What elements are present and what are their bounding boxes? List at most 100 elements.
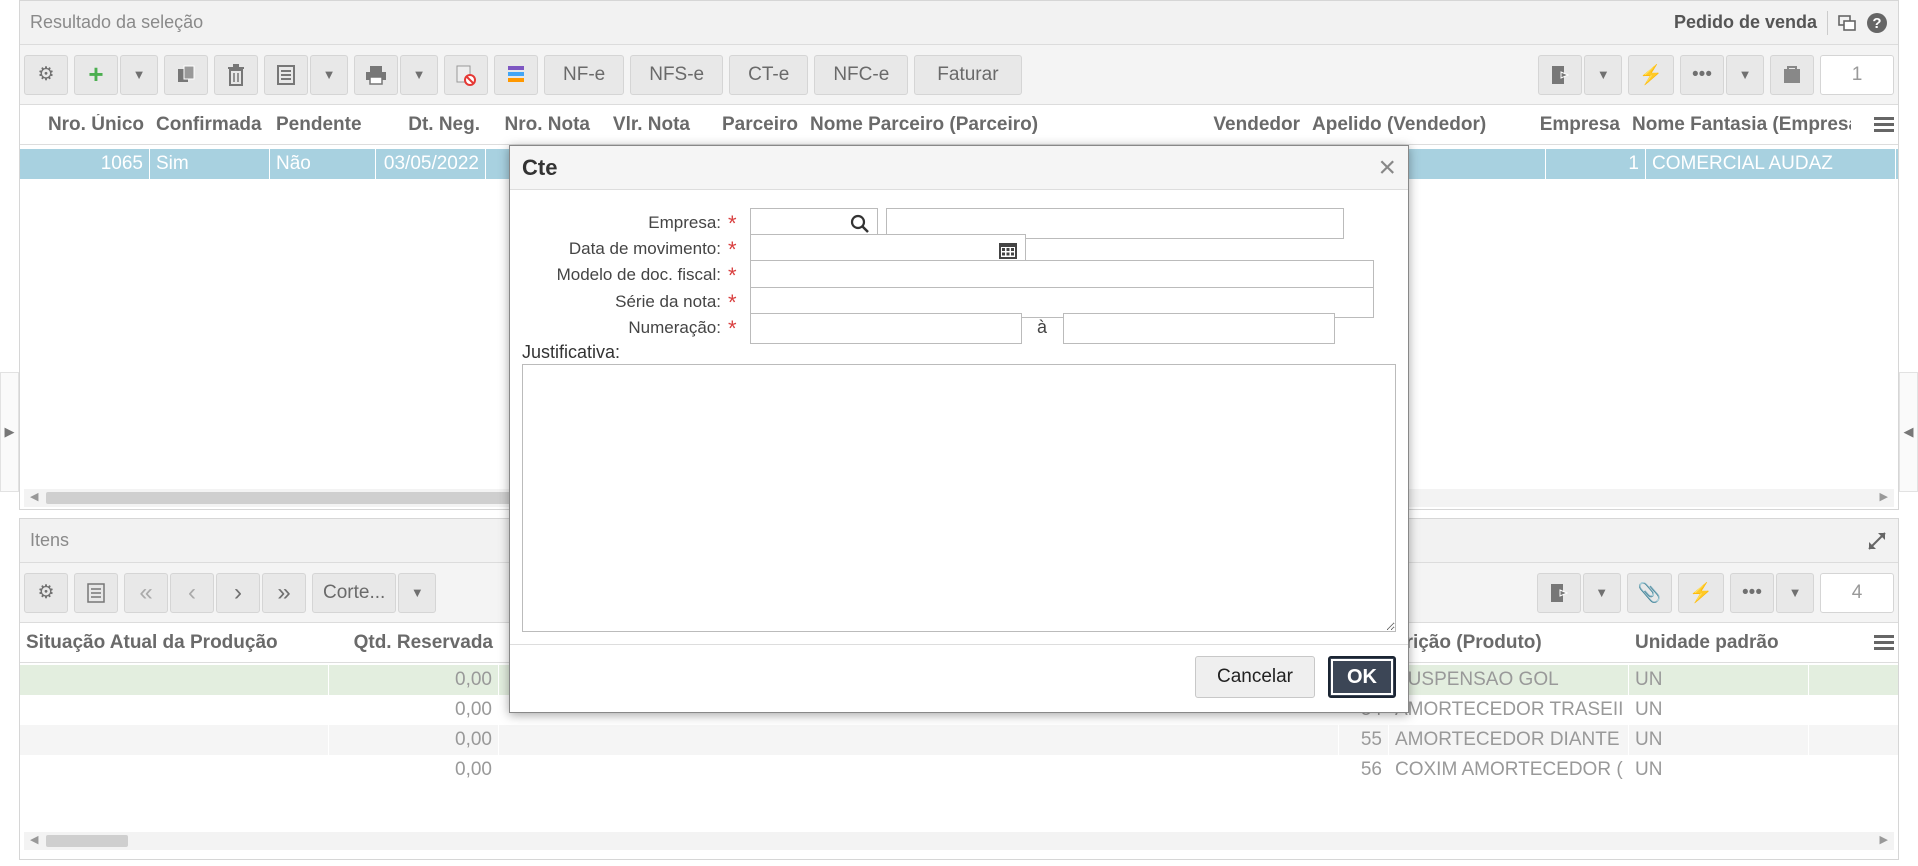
required-mark: * (728, 211, 737, 236)
numeracao-label: Numeração: (628, 318, 721, 337)
cell-un: UN (1629, 755, 1809, 785)
col-empresa[interactable]: Empresa (1526, 114, 1626, 136)
required-mark: * (728, 237, 737, 262)
data-movimento-label: Data de movimento: (568, 239, 721, 258)
dialog-title: Cte (522, 154, 558, 180)
cancel-document-icon[interactable] (444, 54, 488, 95)
justificativa-textarea[interactable] (522, 364, 1396, 632)
next-page-icon[interactable]: › (216, 572, 260, 613)
duplicate-window-icon[interactable] (1838, 14, 1856, 31)
col-unidade-padrao[interactable]: Unidade padrão (1629, 632, 1809, 654)
items-horizontal-scrollbar[interactable]: ◀ ▶ (24, 832, 1894, 850)
items-column-menu-icon[interactable] (1874, 635, 1894, 651)
divider (1827, 10, 1828, 35)
items-settings-gear-icon[interactable]: ⚙ (24, 572, 68, 613)
calendar-icon[interactable] (998, 240, 1018, 260)
search-icon[interactable] (850, 214, 870, 234)
items-page-number-field[interactable]: 4 (1820, 572, 1894, 613)
add-dropdown-chevron-icon[interactable]: ▼ (120, 54, 158, 95)
column-menu-icon[interactable] (1874, 117, 1894, 133)
form-view-dropdown-chevron-icon[interactable]: ▼ (310, 54, 348, 95)
settings-gear-icon[interactable]: ⚙ (24, 54, 68, 95)
items-title: Itens (30, 530, 70, 550)
col-nro-unico[interactable]: Nro. Único (20, 114, 150, 136)
cell-hidden (499, 725, 1339, 755)
export-dropdown-chevron-icon[interactable]: ▼ (1584, 54, 1623, 95)
more-options-dropdown-chevron-icon[interactable]: ▼ (1726, 54, 1764, 95)
page-number-field[interactable]: 1 (1820, 54, 1894, 95)
dialog-header: Cte × (510, 146, 1408, 190)
required-mark: * (728, 316, 737, 341)
right-collapse-arrow[interactable]: ◀ (1899, 372, 1918, 492)
more-options-icon[interactable]: ••• (1680, 54, 1724, 95)
form-view-icon[interactable] (264, 54, 308, 95)
help-icon[interactable]: ? (1866, 12, 1888, 34)
export-icon[interactable] (1538, 54, 1583, 95)
col-descricao-produto[interactable]: crição (Produto) (1389, 632, 1629, 654)
corte-dropdown-chevron-icon[interactable]: ▼ (398, 572, 437, 613)
previous-page-icon[interactable]: ‹ (170, 572, 214, 613)
col-vendedor[interactable]: Vendedor (1204, 114, 1306, 136)
faturar-button[interactable]: Faturar (914, 54, 1022, 95)
expand-icon[interactable] (1866, 530, 1888, 552)
nfse-button[interactable]: NFS-e (630, 54, 724, 95)
cell-desc: SUSPENSAO GOL (1389, 665, 1629, 695)
numeracao-end-input[interactable] (1063, 313, 1335, 344)
items-lightning-action-icon[interactable]: ⚡ (1678, 572, 1724, 613)
col-qtd-reservada[interactable]: Qtd. Reservada (329, 632, 499, 654)
items-export-dropdown-chevron-icon[interactable]: ▼ (1582, 572, 1621, 613)
col-apelido-vendedor[interactable]: Apelido (Vendedor) (1306, 114, 1526, 136)
cell-empresa: 1 (1546, 149, 1646, 179)
nfe-button[interactable]: NF-e (544, 54, 625, 95)
add-icon[interactable]: + (74, 54, 118, 95)
scrollbar-thumb[interactable] (46, 492, 526, 504)
col-pendente[interactable]: Pendente (270, 114, 376, 136)
items-export-icon[interactable] (1536, 572, 1581, 613)
cell-qtd: 0,00 (329, 725, 499, 755)
last-page-icon[interactable]: » (262, 572, 306, 613)
context-label: Pedido de venda (1673, 12, 1817, 32)
nfce-button[interactable]: NFC-e (814, 54, 909, 95)
result-grid-header: Nro. Único Confirmada Pendente Dt. Neg. … (20, 105, 1898, 145)
items-more-options-dropdown-chevron-icon[interactable]: ▼ (1776, 572, 1814, 613)
items-more-options-icon[interactable]: ••• (1730, 572, 1774, 613)
delete-trash-icon[interactable] (214, 54, 258, 95)
ok-button[interactable]: OK (1328, 656, 1396, 698)
corte-button[interactable]: Corte... (312, 572, 397, 613)
items-list-icon[interactable] (74, 572, 118, 613)
col-nro-nota[interactable]: Nro. Nota (486, 114, 596, 136)
col-nome-fantasia[interactable]: Nome Fantasia (Empresa) (1626, 114, 1851, 136)
bag-icon[interactable] (1770, 54, 1814, 95)
copy-icon[interactable] (164, 54, 208, 95)
print-dropdown-chevron-icon[interactable]: ▼ (400, 54, 438, 95)
label-column: Empresa: Data de movimento: Modelo de do… (510, 190, 721, 340)
panel-header: Resultado da seleção Pedido de venda ? (20, 1, 1898, 45)
cell-nro-unico: 1065 (20, 149, 150, 179)
table-row[interactable]: 0,00 55 AMORTECEDOR DIANTE UN (20, 725, 1898, 755)
stack-layers-icon[interactable] (494, 54, 538, 95)
cell-seq: 56 (1339, 755, 1389, 785)
col-parceiro[interactable]: Parceiro (696, 114, 804, 136)
first-page-icon[interactable]: « (124, 572, 168, 613)
attachment-paperclip-icon[interactable]: 📎 (1626, 572, 1673, 613)
table-row[interactable]: 0,00 56 COXIM AMORTECEDOR ( UN (20, 755, 1898, 785)
cte-button[interactable]: CT-e (729, 54, 809, 95)
cancel-button[interactable]: Cancelar (1195, 656, 1315, 698)
close-icon[interactable]: × (1378, 152, 1396, 183)
items-scrollbar-thumb[interactable] (46, 835, 128, 847)
print-icon[interactable] (354, 54, 398, 95)
cell-qtd: 0,00 (329, 755, 499, 785)
serie-nota-label: Série da nota: (615, 292, 721, 311)
cell-situacao (20, 695, 329, 725)
left-collapse-arrow[interactable]: ▶ (0, 372, 19, 492)
required-mark: * (728, 290, 737, 315)
numeracao-start-input[interactable] (750, 313, 1022, 344)
col-situacao-producao[interactable]: Situação Atual da Produção (20, 632, 329, 654)
main-toolbar: ⚙ + ▼ ▼ ▼ NF-e NFS-e CT-e NFC-e Faturar … (20, 45, 1898, 105)
col-vlr-nota[interactable]: Vlr. Nota (596, 114, 696, 136)
col-dt-neg[interactable]: Dt. Neg. (376, 114, 486, 136)
lightning-action-icon[interactable]: ⚡ (1628, 54, 1674, 95)
col-confirmada[interactable]: Confirmada (150, 114, 270, 136)
col-nome-parceiro[interactable]: Nome Parceiro (Parceiro) (804, 114, 1204, 136)
panel-title: Resultado da seleção (30, 12, 204, 32)
